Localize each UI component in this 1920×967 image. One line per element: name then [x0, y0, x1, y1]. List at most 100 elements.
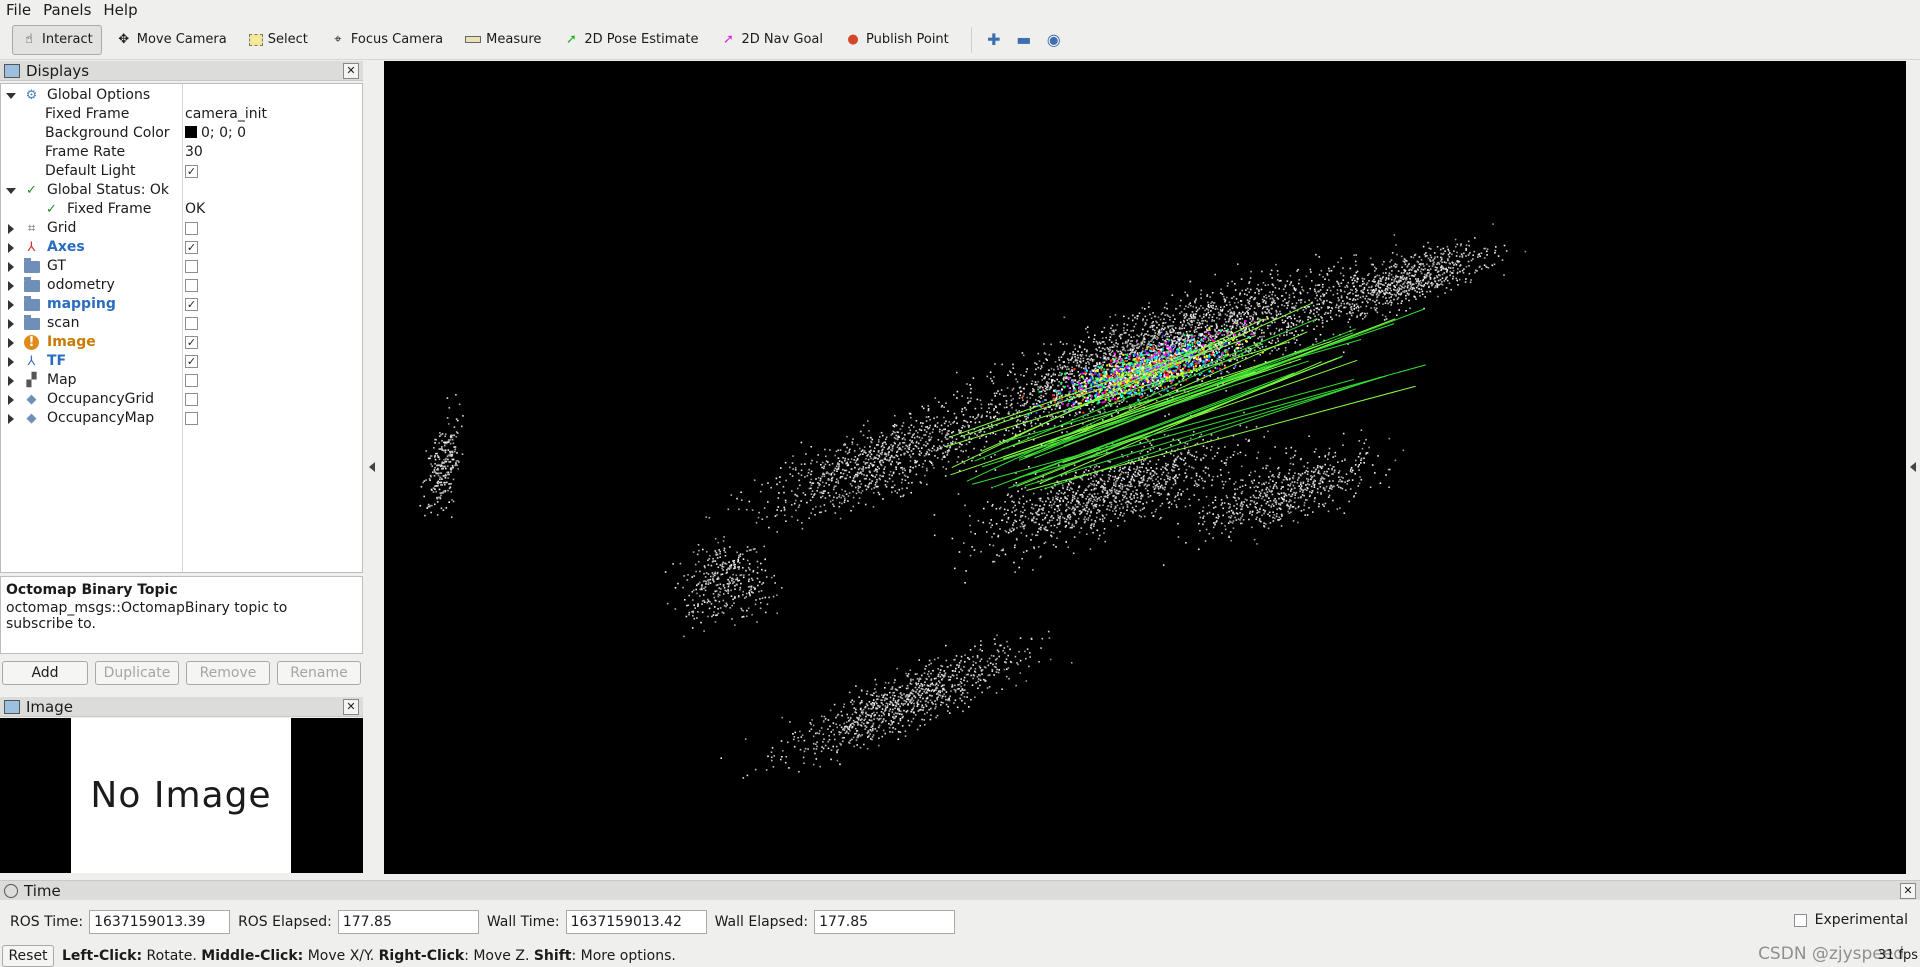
tool-focus-camera[interactable]: ⌖ Focus Camera: [322, 25, 451, 55]
duplicate-button[interactable]: Duplicate: [95, 661, 179, 685]
odometry-checkbox[interactable]: [185, 279, 198, 292]
frame-rate-value[interactable]: 30: [185, 144, 203, 160]
chevron-down-icon[interactable]: [6, 93, 16, 99]
cloud-point: [1241, 343, 1244, 345]
close-icon[interactable]: ✕: [343, 63, 359, 79]
plus-icon[interactable]: ✚: [980, 25, 1008, 55]
add-button[interactable]: Add: [2, 661, 88, 685]
axes-checkbox[interactable]: ✓: [185, 241, 198, 254]
cloud-point: [1357, 309, 1360, 312]
collapse-left-icon[interactable]: [369, 462, 375, 472]
cloud-point: [1261, 312, 1264, 315]
tree-row-global-status[interactable]: ✓ Global Status: Ok: [1, 181, 362, 200]
cloud-point: [876, 469, 878, 471]
chevron-right-icon[interactable]: [8, 414, 14, 424]
tree-row-axes[interactable]: ⅄ Axes ✓: [1, 238, 362, 257]
tree-row-frame-rate[interactable]: Frame Rate 30: [1, 143, 362, 162]
default-light-checkbox[interactable]: ✓: [185, 165, 198, 178]
tree-row-map[interactable]: ▞ Map: [1, 371, 362, 390]
cloud-point: [1235, 327, 1237, 330]
image-checkbox[interactable]: ✓: [185, 336, 198, 349]
remove-button[interactable]: Remove: [186, 661, 270, 685]
tool-2d-nav-goal[interactable]: ➚ 2D Nav Goal: [712, 25, 831, 55]
grid-checkbox[interactable]: [185, 222, 198, 235]
background-color-value[interactable]: 0; 0; 0: [185, 125, 246, 141]
menu-panels[interactable]: Panels: [43, 1, 91, 19]
cloud-point: [1359, 296, 1362, 299]
cloud-point: [1138, 474, 1141, 476]
menu-file[interactable]: File: [6, 1, 31, 19]
map-checkbox[interactable]: [185, 374, 198, 387]
tool-select[interactable]: Select: [241, 25, 316, 55]
chevron-right-icon[interactable]: [8, 243, 14, 253]
tree-row-background-color[interactable]: Background Color 0; 0; 0: [1, 124, 362, 143]
tree-row-tf[interactable]: ⅄ TF ✓: [1, 352, 362, 371]
tool-2d-pose-estimate[interactable]: ➚ 2D Pose Estimate: [555, 25, 706, 55]
occupancy-grid-checkbox[interactable]: [185, 393, 198, 406]
tree-row-occupancy-map[interactable]: ◆ OccupancyMap: [1, 409, 362, 428]
tree-row-mapping[interactable]: mapping ✓: [1, 295, 362, 314]
cloud-point: [1135, 500, 1138, 502]
cloud-point: [1211, 445, 1213, 448]
green-arrow-icon: ➚: [565, 31, 577, 47]
chevron-right-icon[interactable]: [8, 338, 14, 348]
tree-row-grid[interactable]: ⌗ Grid: [1, 219, 362, 238]
chevron-down-icon[interactable]: [6, 188, 16, 194]
minus-icon[interactable]: ▬: [1010, 25, 1038, 55]
tree-row-default-light[interactable]: Default Light ✓: [1, 162, 362, 181]
cloud-point: [1257, 322, 1260, 324]
close-icon[interactable]: ✕: [343, 699, 359, 715]
cloud-point: [1237, 444, 1239, 446]
cloud-point: [1109, 461, 1112, 463]
tree-row-odometry[interactable]: odometry: [1, 276, 362, 295]
tree-row-gt[interactable]: GT: [1, 257, 362, 276]
tool-move-camera[interactable]: ✥ Move Camera: [108, 25, 235, 55]
menu-help[interactable]: Help: [103, 1, 137, 19]
cloud-point: [1271, 277, 1273, 279]
tree-row-scan[interactable]: scan: [1, 314, 362, 333]
chevron-right-icon[interactable]: [8, 395, 14, 405]
cloud-point: [1070, 373, 1073, 375]
cloud-point: [1221, 344, 1224, 347]
chevron-right-icon[interactable]: [8, 376, 14, 386]
cloud-point: [1253, 349, 1256, 352]
scan-checkbox[interactable]: [185, 317, 198, 330]
cloud-point: [925, 445, 927, 447]
cloud-point: [836, 478, 838, 480]
chevron-right-icon[interactable]: [8, 224, 14, 234]
tool-measure[interactable]: Measure: [457, 25, 549, 55]
fixed-frame-value[interactable]: camera_init: [185, 106, 267, 122]
cloud-point: [1037, 400, 1039, 402]
cloud-point: [1150, 335, 1152, 337]
chevron-right-icon[interactable]: [8, 281, 14, 291]
cloud-point: [1138, 515, 1141, 517]
tree-row-fixed-frame[interactable]: Fixed Frame camera_init: [1, 105, 362, 124]
tree-row-image[interactable]: ! Image ✓: [1, 333, 362, 352]
tree-row-global-options[interactable]: ⚙ Global Options: [1, 86, 362, 105]
chevron-right-icon[interactable]: [8, 319, 14, 329]
cloud-point: [1216, 361, 1218, 364]
rename-button[interactable]: Rename: [277, 661, 361, 685]
cloud-point: [947, 433, 950, 435]
tree-row-occupancy-grid[interactable]: ◆ OccupancyGrid: [1, 390, 362, 409]
cloud-point: [1078, 531, 1081, 534]
panel-splitter[interactable]: [363, 61, 383, 875]
mapping-checkbox[interactable]: ✓: [185, 298, 198, 311]
cloud-point: [1228, 347, 1230, 350]
cloud-point: [1073, 495, 1076, 498]
chevron-right-icon[interactable]: [8, 262, 14, 272]
gt-checkbox[interactable]: [185, 260, 198, 273]
tree-row-status-fixed-frame[interactable]: ✓ Fixed Frame OK: [1, 200, 362, 219]
cloud-point: [1152, 474, 1155, 476]
tf-checkbox[interactable]: ✓: [185, 355, 198, 368]
cloud-point: [1271, 283, 1274, 286]
chevron-right-icon[interactable]: [8, 300, 14, 310]
tool-publish-point[interactable]: ● Publish Point: [837, 25, 957, 55]
cloud-point: [1024, 415, 1026, 418]
chevron-right-icon[interactable]: [8, 357, 14, 367]
render-3d-view[interactable]: [384, 61, 1906, 874]
cloud-point: [1258, 318, 1261, 320]
eye-icon[interactable]: ◉: [1040, 25, 1068, 55]
tool-interact[interactable]: ☝ Interact: [12, 24, 102, 55]
occupancy-map-checkbox[interactable]: [185, 412, 198, 425]
